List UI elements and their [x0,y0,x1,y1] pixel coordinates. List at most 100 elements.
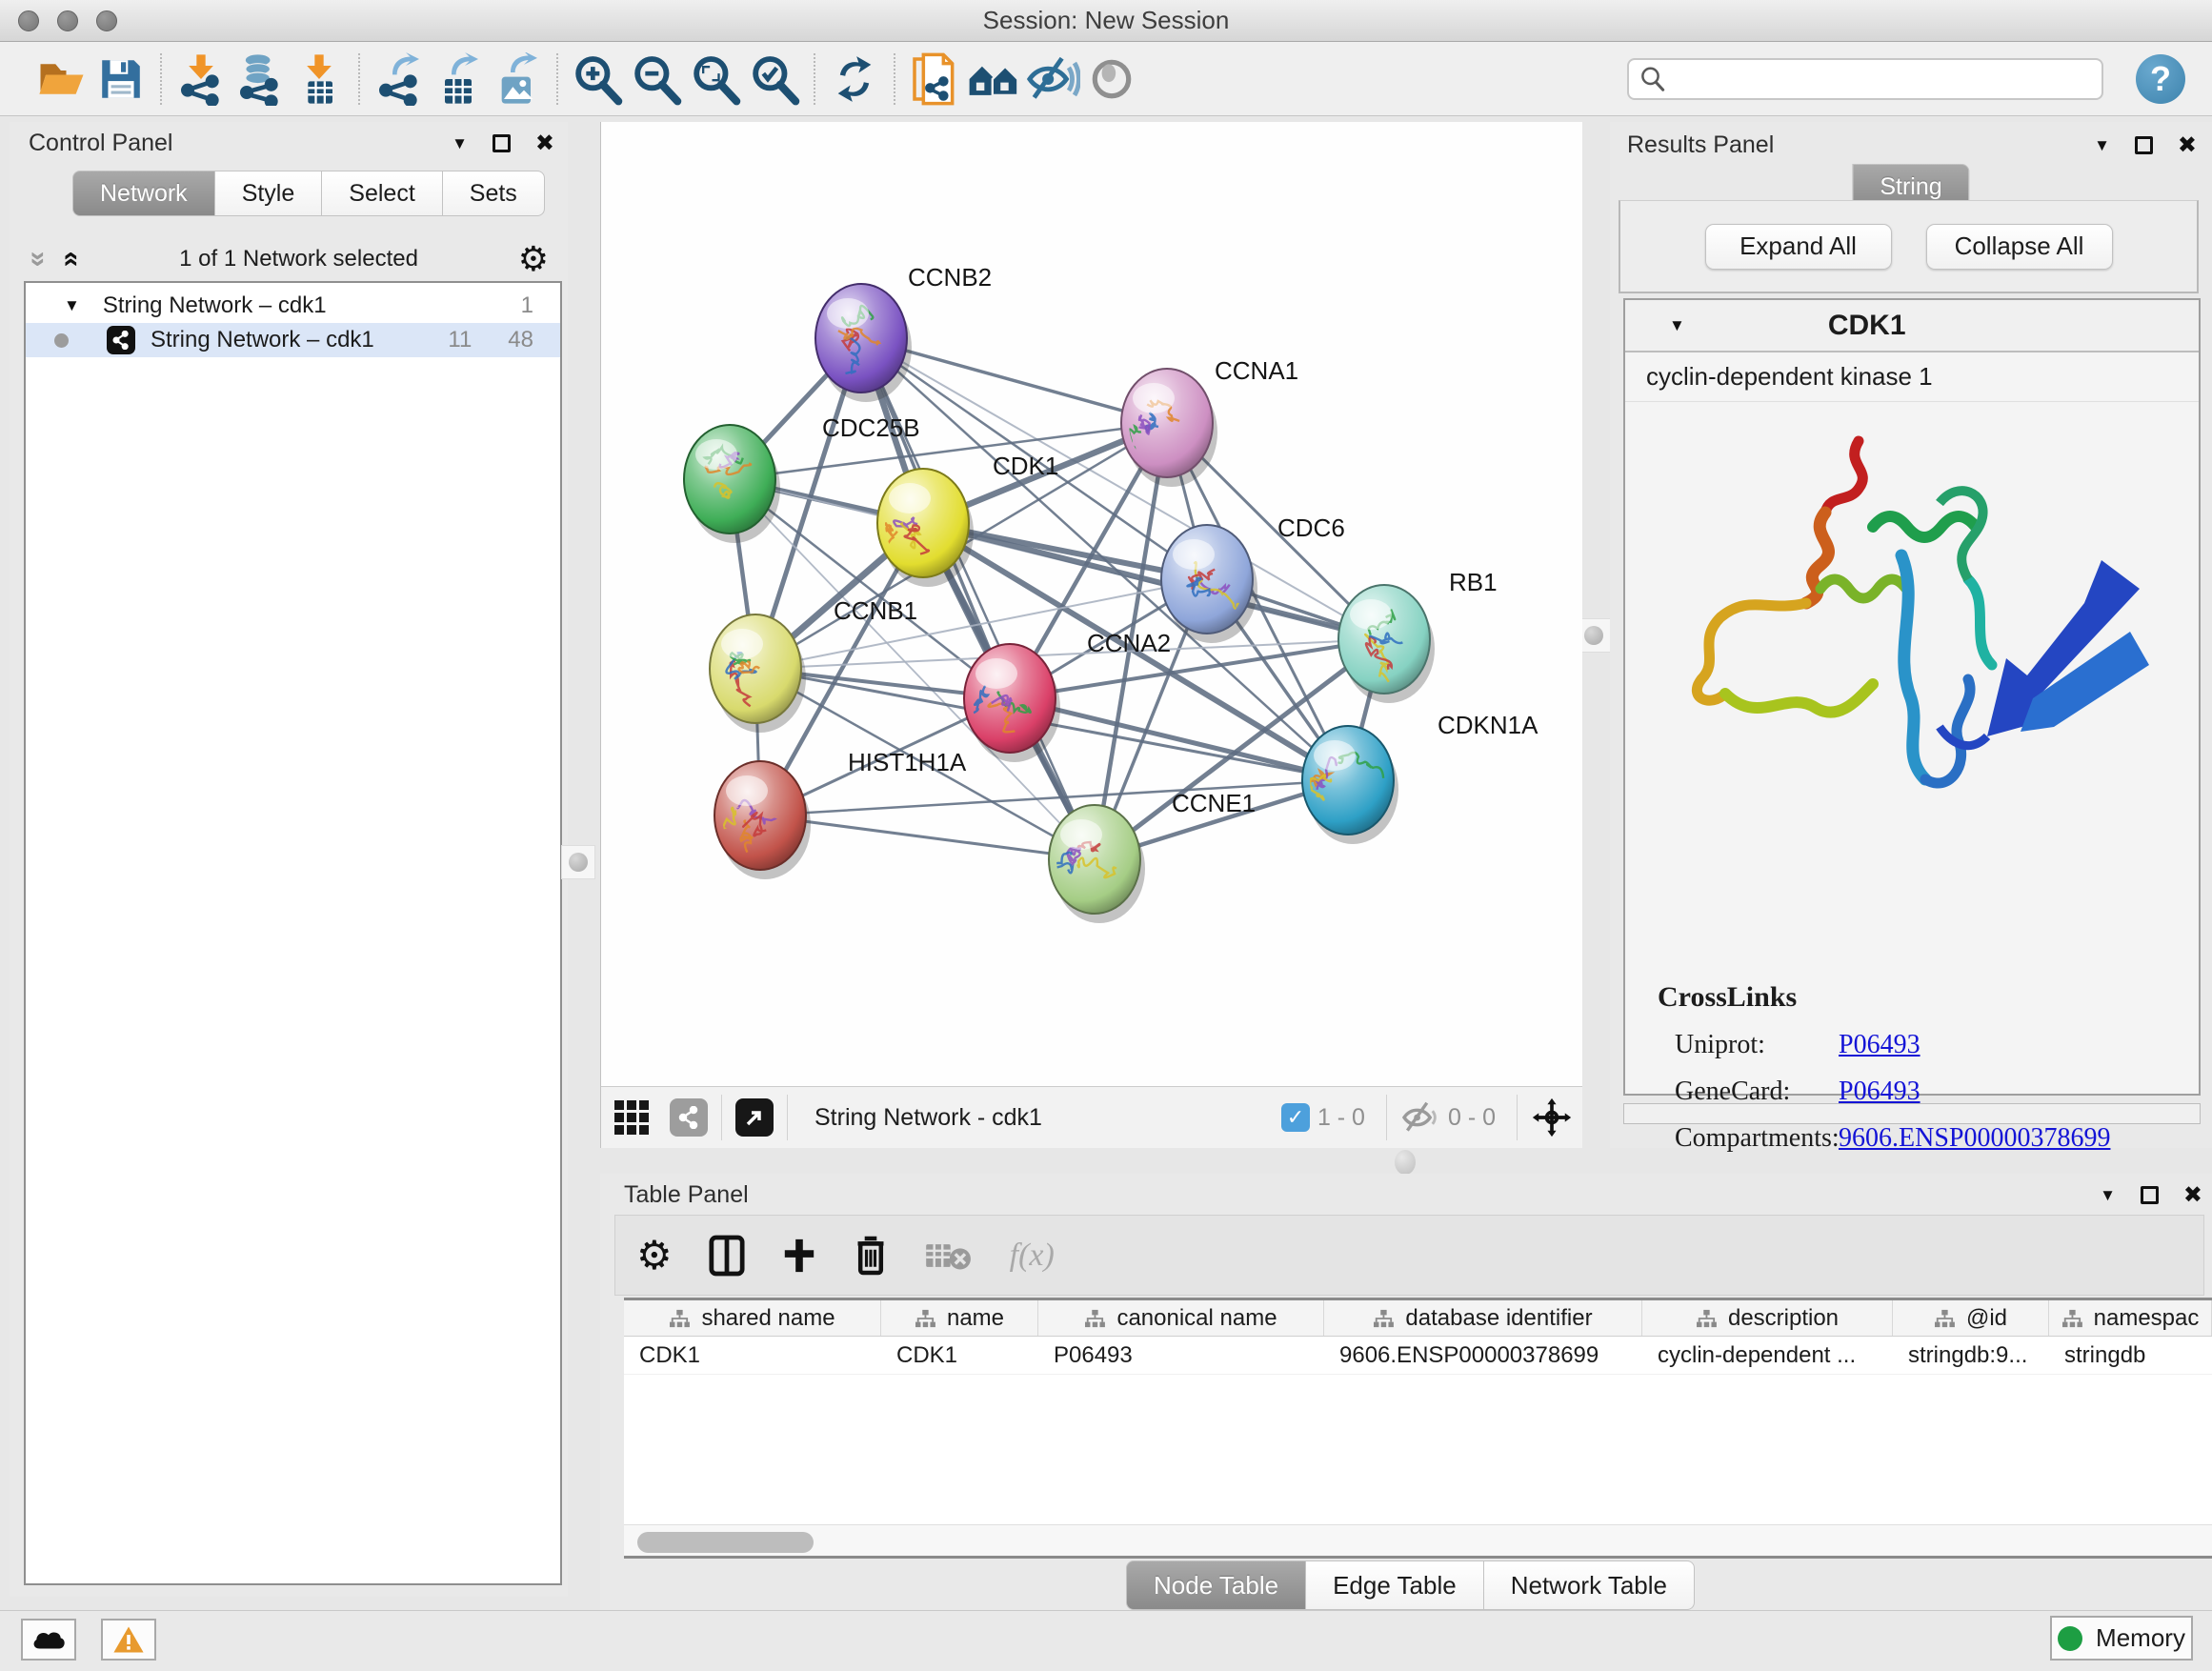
collection-expand-icon[interactable]: ▼ [64,296,80,315]
control-panel-float-icon[interactable] [493,134,511,152]
zoom-in-button[interactable] [568,50,627,109]
grid-view-icon[interactable] [614,1100,649,1135]
add-column-icon[interactable] [781,1238,817,1274]
protein-result-card: ▼ CDK1 cyclin-dependent kinase 1 Cro [1623,298,2201,1096]
column-header-canonical-name[interactable]: canonical name [1038,1300,1324,1336]
table-panel-collapse-icon[interactable]: ▼ [2100,1186,2116,1205]
cloud-status-button[interactable] [21,1619,76,1661]
results-panel-close-icon[interactable]: ✖ [2178,134,2197,157]
table-panel-close-icon[interactable]: ✖ [2183,1184,2202,1207]
refresh-view-button[interactable] [825,50,884,109]
table-h-scrollbar-thumb[interactable] [637,1532,814,1553]
tab-select[interactable]: Select [322,171,442,216]
zoom-fit-button[interactable] [686,50,745,109]
column-header-database-identifier[interactable]: database identifier [1324,1300,1642,1336]
tab-style[interactable]: Style [215,171,323,216]
toolbar-separator [1386,1095,1387,1140]
node-label-CCNA2: CCNA2 [1087,629,1171,657]
import-table-button[interactable] [290,50,349,109]
results-panel-title: Results Panel [1627,131,1774,159]
results-scroll-strip[interactable] [1623,1103,2201,1124]
cloud-icon [30,1627,67,1652]
expand-all-networks-icon[interactable]: « [57,252,86,268]
node-label-CDC25B: CDC25B [822,413,920,442]
left-splitter-handle[interactable] [561,845,595,879]
expand-all-button[interactable]: Expand All [1705,224,1892,270]
network-options-gear-icon[interactable]: ⚙ [518,242,549,276]
control-panel-title: Control Panel [29,130,172,157]
string-view-icon[interactable] [670,1098,708,1137]
save-session-button[interactable] [91,50,151,109]
memory-button[interactable]: Memory [2050,1616,2193,1661]
protein-card-header[interactable]: ▼ CDK1 [1625,300,2199,352]
tab-network-table[interactable]: Network Table [1484,1560,1695,1610]
table-options-gear-icon[interactable]: ⚙ [636,1236,673,1276]
function-builder-icon[interactable]: f(x) [1010,1238,1055,1274]
search-input[interactable] [1667,66,2077,92]
export-table-button[interactable] [429,50,488,109]
import-network-from-database-button[interactable] [231,50,290,109]
refresh-icon [830,54,879,104]
results-panel-float-icon[interactable] [2135,136,2153,154]
show-columns-icon[interactable] [709,1235,745,1277]
hide-selected-button[interactable] [1023,50,1082,109]
collection-name: String Network – cdk1 [103,292,327,319]
table-row[interactable]: CDK1CDK1P064939606.ENSP00000378699cyclin… [624,1337,2212,1375]
selected-nodes-checkbox[interactable]: ✓ [1281,1103,1310,1132]
export-image-button[interactable] [488,50,547,109]
column-header-description[interactable]: description [1642,1300,1893,1336]
bottom-splitter-handle[interactable] [1395,1150,1416,1175]
network-name: String Network – cdk1 [151,327,374,353]
node-CCNB2[interactable]: CCNB2 [815,263,992,402]
column-header-shared-name[interactable]: shared name [624,1300,881,1336]
birds-eye-view-icon[interactable] [1531,1097,1573,1138]
delete-table-icon[interactable] [924,1239,974,1272]
column-header-name[interactable]: name [881,1300,1038,1336]
toolbar-separator [721,1095,722,1140]
detach-view-icon[interactable] [735,1098,774,1137]
column-header-@id[interactable]: @id [1893,1300,2049,1336]
network-view-toolbar: String Network - cdk1 ✓ 1 - 0 0 - 0 [601,1086,1582,1148]
tab-edge-table[interactable]: Edge Table [1306,1560,1484,1610]
table-cell: CDK1 [624,1337,881,1374]
control-panel-close-icon[interactable]: ✖ [535,132,554,155]
node-HIST1H1A[interactable]: HIST1H1A [714,748,967,879]
node-RB1[interactable]: RB1 [1338,568,1498,703]
first-neighbors-button[interactable] [964,50,1023,109]
control-panel-collapse-icon[interactable]: ▼ [452,134,468,153]
network-from-clipboard-button[interactable] [905,50,964,109]
table-panel-float-icon[interactable] [2141,1186,2159,1204]
tab-node-table[interactable]: Node Table [1126,1560,1306,1610]
open-folder-icon [36,53,88,105]
collapse-all-networks-icon[interactable]: » [24,252,52,268]
network-canvas[interactable]: CCNB2CCNA1CDC25BCDK1CDC6RB1CCNB1CCNA2CDK… [601,122,1582,1086]
column-header-namespac[interactable]: namespac [2049,1300,2212,1336]
node-CCNE1[interactable]: CCNE1 [1049,789,1256,923]
export-network-button[interactable] [370,50,429,109]
node-CDKN1A[interactable]: CDKN1A [1302,711,1538,844]
crosslink-value-link[interactable]: 9606.ENSP00000378699 [1839,1123,2110,1154]
zoom-selected-icon [748,52,801,106]
warnings-button[interactable] [101,1619,156,1661]
results-panel-collapse-icon[interactable]: ▼ [2094,136,2110,155]
zoom-out-button[interactable] [627,50,686,109]
tab-sets[interactable]: Sets [443,171,545,216]
results-button-bar: Expand All Collapse All [1619,200,2199,293]
toolbar-separator [787,1095,788,1140]
open-session-button[interactable] [32,50,91,109]
network-collection-row[interactable]: ▼ String Network – cdk1 1 [26,289,560,323]
crosslink-value-link[interactable]: P06493 [1839,1030,1920,1060]
column-header-label: name [947,1305,1004,1332]
collapse-all-button[interactable]: Collapse All [1926,224,2113,270]
network-row[interactable]: String Network – cdk1 11 48 [26,323,560,357]
node-label-CCNE1: CCNE1 [1172,789,1256,817]
show-all-button[interactable] [1082,50,1141,109]
import-network-button[interactable] [171,50,231,109]
protein-collapse-icon[interactable]: ▼ [1669,316,1685,335]
network-list: ▼ String Network – cdk1 1 String Network… [24,281,562,1585]
tab-network[interactable]: Network [72,171,215,216]
table-h-scrollbar[interactable] [624,1524,2212,1559]
delete-column-icon[interactable] [854,1235,888,1277]
zoom-selected-button[interactable] [745,50,804,109]
help-button[interactable]: ? [2136,54,2185,104]
